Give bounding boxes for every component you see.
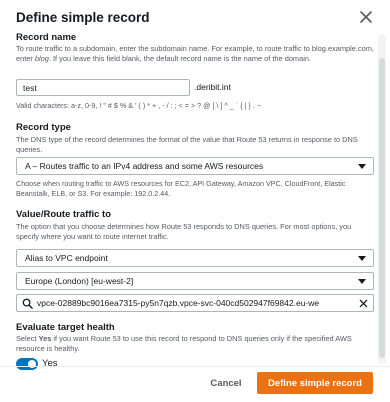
clear-icon[interactable]: [358, 298, 369, 309]
caret-down-icon: [358, 256, 366, 261]
target-health-label: Evaluate target health: [16, 322, 115, 333]
scrollbar-thumb[interactable]: [379, 58, 385, 358]
target-health-description: Select Yes if you want Route 53 to use t…: [16, 334, 352, 353]
target-health-toggle-label: Yes: [42, 358, 58, 369]
route-traffic-label: Value/Route traffic to: [16, 209, 112, 220]
cancel-button[interactable]: Cancel: [195, 372, 257, 394]
endpoint-search-value: vpce-02889bc9016ea7315-py5n7qzb.vpce-svc…: [37, 298, 320, 308]
record-type-select[interactable]: A – Routes traffic to an IPv4 address an…: [16, 157, 374, 175]
region-select[interactable]: Europe (London) [eu-west-2]: [16, 272, 374, 290]
endpoint-search-input[interactable]: vpce-02889bc9016ea7315-py5n7qzb.vpce-svc…: [16, 294, 374, 312]
search-icon: [22, 298, 33, 309]
endpoint-type-select[interactable]: Alias to VPC endpoint: [16, 249, 374, 267]
record-type-description: The DNS type of the record determines th…: [16, 135, 358, 154]
define-simple-record-button[interactable]: Define simple record: [257, 372, 373, 394]
region-value: Europe (London) [eu-west-2]: [25, 276, 134, 286]
target-health-toggle[interactable]: [16, 358, 38, 370]
dialog-title: Define simple record: [16, 10, 150, 25]
route-traffic-description: The option that you choose determines ho…: [16, 222, 352, 241]
footer-divider: [0, 366, 390, 367]
record-type-value: A – Routes traffic to an IPv4 address an…: [25, 161, 264, 171]
record-name-input[interactable]: test: [16, 79, 190, 96]
record-name-hint: Valid characters: a-z, 0-9, ! " # $ % & …: [16, 101, 262, 110]
close-icon[interactable]: [357, 8, 375, 26]
endpoint-type-value: Alias to VPC endpoint: [25, 253, 108, 263]
caret-down-icon: [358, 279, 366, 284]
record-type-label: Record type: [16, 122, 71, 133]
domain-suffix: .deribit.int: [194, 82, 231, 92]
dialog-header: Define simple record: [0, 0, 390, 30]
record-type-hint: Choose when routing traffic to AWS resou…: [16, 179, 346, 198]
record-name-label: Record name: [16, 32, 77, 43]
caret-down-icon: [358, 164, 366, 169]
record-name-description: To route traffic to a subdomain, enter t…: [16, 44, 374, 63]
